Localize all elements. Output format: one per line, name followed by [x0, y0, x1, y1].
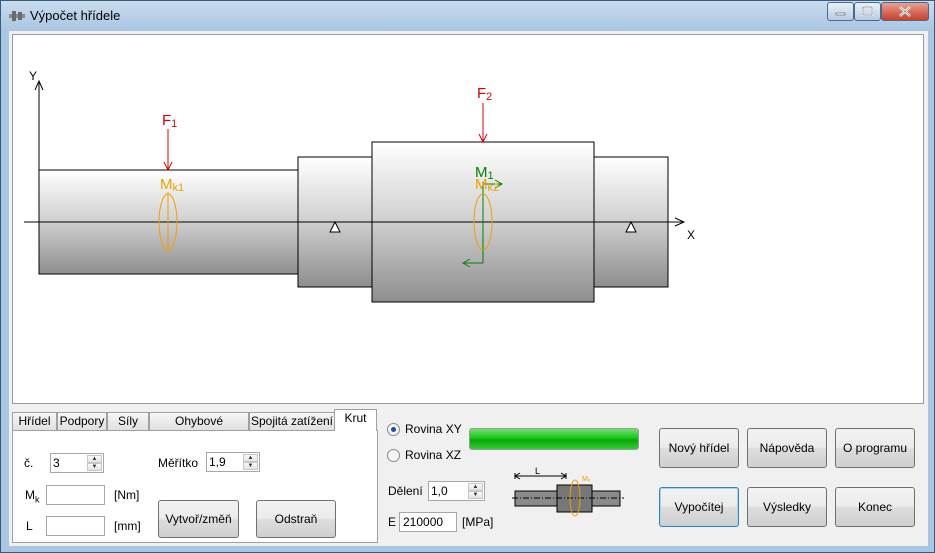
radio-plane-xz[interactable]	[387, 449, 400, 462]
window-title: Výpočet hřídele	[30, 8, 121, 23]
shaft-app-icon	[9, 11, 25, 21]
l-field[interactable]	[46, 516, 105, 536]
modulus-input[interactable]	[400, 513, 456, 531]
plane-xy-label[interactable]: Rovina XY	[405, 422, 462, 436]
title-bar[interactable]: Výpočet hřídele	[1, 1, 935, 31]
force-2-label: F2	[477, 85, 492, 103]
results-button[interactable]: Výsledky	[747, 487, 827, 527]
scale-label: Měřítko	[158, 456, 199, 470]
plane-xz-label[interactable]: Rovina XZ	[405, 448, 461, 462]
spin-down-icon[interactable]: ▼	[243, 462, 258, 470]
client-area: Y X F1 F2 Mk1 M1 Mk2 Hřídel Podpory Síly…	[9, 31, 928, 546]
mk-input[interactable]	[47, 486, 104, 504]
progress-bar	[469, 428, 639, 450]
krut-panel: č. ▲▼ Měřítko ▲▼ Mk [Nm] L	[12, 430, 378, 543]
progress-fill	[470, 429, 638, 449]
tab-control: Hřídel Podpory Síly Ohybové momenty Spoj…	[12, 409, 378, 543]
exit-button[interactable]: Konec	[835, 487, 915, 527]
modulus-field[interactable]	[399, 512, 457, 532]
tab-podpory[interactable]: Podpory	[57, 412, 107, 430]
shaft-drawing: Y X F1 F2 Mk1 M1 Mk2	[24, 69, 695, 303]
mk-field[interactable]	[46, 485, 105, 505]
tab-ohybove-momenty[interactable]: Ohybové momenty	[149, 412, 249, 445]
maximize-button[interactable]	[854, 2, 881, 21]
delete-button[interactable]: Odstraň	[256, 500, 336, 538]
scale-spinner[interactable]: ▲▼	[206, 452, 260, 472]
help-button[interactable]: Nápověda	[747, 428, 827, 468]
number-spinner[interactable]: ▲▼	[50, 453, 104, 473]
shaft-canvas[interactable]: Y X F1 F2 Mk1 M1 Mk2	[12, 34, 924, 404]
tab-hridel[interactable]: Hřídel	[12, 412, 57, 430]
torque-preview-icon: L Mₖ	[512, 466, 624, 517]
l-input[interactable]	[47, 517, 104, 535]
x-axis-label: X	[687, 228, 695, 242]
division-spinner[interactable]: ▲▼	[428, 481, 485, 501]
create-change-button[interactable]: Vytvoř/změň	[158, 500, 239, 538]
radio-plane-xy[interactable]	[387, 423, 400, 436]
modulus-label: E	[388, 515, 397, 529]
spin-down-icon[interactable]: ▼	[468, 491, 483, 499]
tab-krut[interactable]: Krut	[334, 409, 377, 431]
close-button[interactable]	[881, 2, 929, 21]
spin-up-icon[interactable]: ▲	[87, 455, 102, 463]
scale-input[interactable]	[209, 454, 239, 470]
number-input[interactable]	[53, 455, 83, 471]
preview-torque-label: Mₖ	[582, 476, 591, 483]
minimize-icon	[835, 12, 846, 16]
division-label: Dělení	[388, 484, 423, 498]
tab-spojita-zatizeni[interactable]: Spojitá zatížení	[249, 412, 335, 430]
main-window: Výpočet hřídele Y X F1 F2 Mk1 M1 Mk2 Hří…	[0, 0, 935, 553]
tab-sily[interactable]: Síly	[107, 412, 149, 430]
preview-length-label: L	[535, 466, 540, 476]
mk-label: Mk	[25, 488, 40, 505]
spin-down-icon[interactable]: ▼	[87, 463, 102, 471]
mk-unit: [Nm]	[114, 488, 140, 502]
modulus-unit: [MPa]	[462, 515, 494, 529]
about-button[interactable]: O programu	[835, 428, 915, 468]
close-icon	[899, 6, 911, 17]
force-1-label: F1	[162, 112, 177, 130]
minimize-button[interactable]	[827, 2, 854, 21]
l-unit: [mm]	[114, 519, 141, 533]
calculate-button[interactable]: Vypočítej	[659, 487, 739, 527]
spin-up-icon[interactable]: ▲	[468, 483, 483, 491]
division-input[interactable]	[431, 483, 464, 499]
number-label: č.	[24, 456, 34, 470]
l-label: L	[26, 519, 33, 533]
new-shaft-button[interactable]: Nový hřídel	[659, 428, 739, 468]
spin-up-icon[interactable]: ▲	[243, 454, 258, 462]
maximize-icon	[862, 6, 873, 16]
y-axis-label: Y	[29, 69, 37, 83]
